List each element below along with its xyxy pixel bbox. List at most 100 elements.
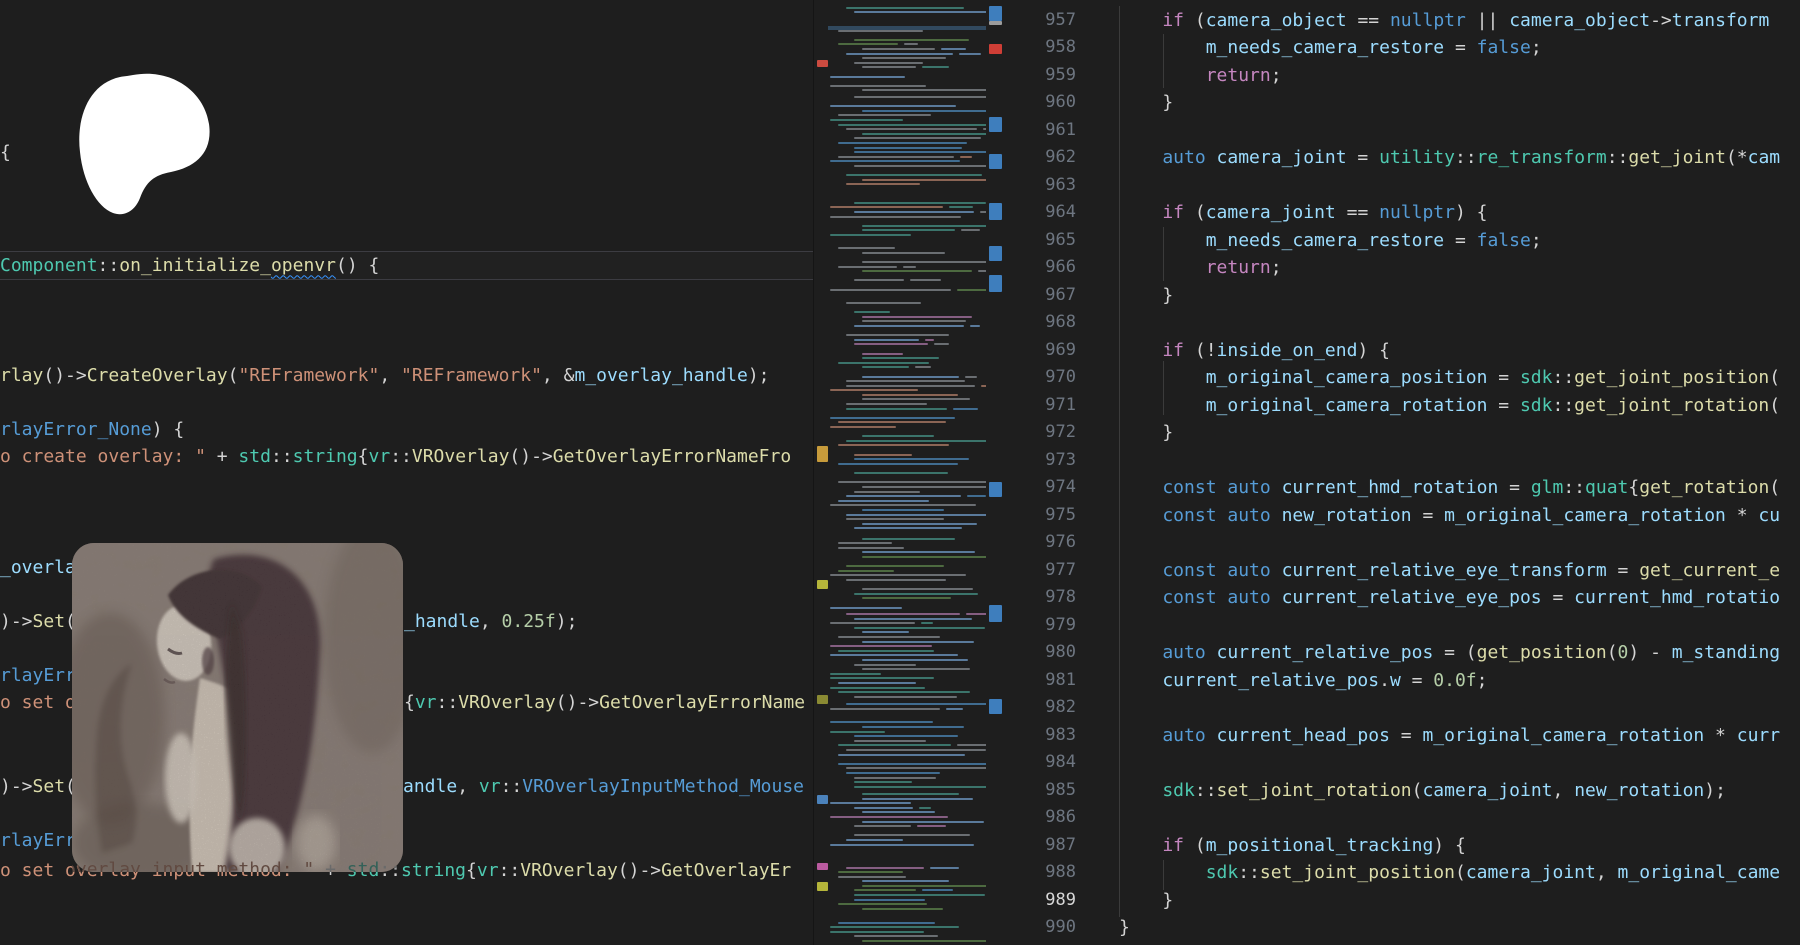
line-number[interactable]: 990 bbox=[1045, 914, 1076, 941]
code-line[interactable]: m_original_camera_rotation = sdk::get_jo… bbox=[1119, 392, 1780, 419]
code-line[interactable]: m_needs_camera_restore = false; bbox=[1119, 227, 1542, 254]
code-token: * bbox=[1726, 505, 1759, 526]
line-number[interactable]: 988 bbox=[1045, 859, 1076, 886]
code-token: CreateOverlay bbox=[87, 365, 228, 386]
code-line[interactable]: return; bbox=[1119, 62, 1282, 89]
line-number[interactable]: 975 bbox=[1045, 502, 1076, 529]
code-line[interactable]: o set o bbox=[0, 689, 76, 716]
code-token: ; bbox=[1531, 37, 1542, 58]
line-number[interactable]: 965 bbox=[1045, 227, 1076, 254]
code-token bbox=[1271, 587, 1282, 608]
code-line[interactable]: current_relative_pos.w = 0.0f; bbox=[1119, 667, 1488, 694]
code-line[interactable]: m_original_camera_position = sdk::get_jo… bbox=[1119, 364, 1780, 391]
minimap-line bbox=[854, 825, 911, 827]
minimap-line bbox=[862, 908, 943, 910]
line-number[interactable]: 987 bbox=[1045, 832, 1076, 859]
code-line[interactable]: const auto current_relative_eye_transfor… bbox=[1119, 557, 1780, 584]
code-line[interactable]: if (!inside_on_end) { bbox=[1119, 337, 1390, 364]
overview-marker bbox=[989, 154, 1002, 169]
code-line[interactable]: rlay()->CreateOverlay("REFramework", "RE… bbox=[0, 362, 770, 389]
code-line[interactable]: andle, vr::VROverlayInputMethod_Mouse bbox=[403, 773, 804, 800]
code-line[interactable]: sdk::set_joint_position(camera_joint, m_… bbox=[1119, 859, 1780, 886]
minimap[interactable] bbox=[828, 0, 1006, 945]
code-line[interactable]: m_needs_camera_restore = false; bbox=[1119, 34, 1542, 61]
line-number[interactable]: 969 bbox=[1045, 337, 1076, 364]
code-token: m_original_camera_rotation bbox=[1206, 395, 1488, 416]
minimap-line bbox=[830, 426, 896, 428]
line-number[interactable]: 961 bbox=[1045, 117, 1076, 144]
code-line[interactable]: rlayErr bbox=[0, 827, 76, 854]
code-line[interactable]: )->Set( bbox=[0, 773, 76, 800]
overview-marker bbox=[817, 60, 828, 67]
line-number[interactable]: 959 bbox=[1045, 62, 1076, 89]
code-line[interactable]: Component::on_initialize_openvr() { bbox=[0, 252, 379, 279]
line-number[interactable]: 966 bbox=[1045, 254, 1076, 281]
line-number-gutter[interactable]: 9579589599609619629639649659669679689699… bbox=[1006, 0, 1083, 945]
code-token: o set overlay input method: " bbox=[72, 859, 314, 872]
line-number[interactable]: 980 bbox=[1045, 639, 1076, 666]
code-line[interactable]: const auto current_hmd_rotation = glm::q… bbox=[1119, 474, 1780, 501]
minimap-line bbox=[965, 376, 977, 378]
line-number[interactable]: 957 bbox=[1045, 7, 1076, 34]
code-token: camera_joint bbox=[1206, 202, 1336, 223]
overview-annotation-column[interactable] bbox=[986, 0, 1006, 945]
code-line[interactable]: auto current_head_pos = m_original_camer… bbox=[1119, 722, 1780, 749]
right-editor-pane[interactable]: if (camera_object == nullptr || camera_o… bbox=[1082, 0, 1800, 945]
code-line[interactable]: const auto current_relative_eye_pos = cu… bbox=[1119, 584, 1780, 611]
code-token: ( bbox=[1769, 395, 1780, 416]
line-number[interactable]: 972 bbox=[1045, 419, 1076, 446]
line-number[interactable]: 985 bbox=[1045, 777, 1076, 804]
line-number[interactable]: 986 bbox=[1045, 804, 1076, 831]
code-line[interactable]: if (camera_joint == nullptr) { bbox=[1119, 199, 1488, 226]
code-line[interactable]: } bbox=[1119, 282, 1173, 309]
code-line[interactable]: o create overlay: " + std::string{vr::VR… bbox=[0, 443, 791, 470]
code-line[interactable]: sdk::set_joint_rotation(camera_joint, ne… bbox=[1119, 777, 1726, 804]
line-number[interactable]: 977 bbox=[1045, 557, 1076, 584]
code-line[interactable]: auto current_relative_pos = (get_positio… bbox=[1119, 639, 1780, 666]
line-number[interactable]: 971 bbox=[1045, 392, 1076, 419]
code-line[interactable]: )->Set( bbox=[0, 608, 76, 635]
code-line[interactable]: if (m_positional_tracking) { bbox=[1119, 832, 1466, 859]
line-number[interactable]: 978 bbox=[1045, 584, 1076, 611]
line-number[interactable]: 974 bbox=[1045, 474, 1076, 501]
code-line[interactable]: _overla bbox=[0, 554, 76, 581]
code-line[interactable]: {vr::VROverlay()->GetOverlayErrorName bbox=[404, 689, 805, 716]
minimap-viewport-indicator[interactable] bbox=[828, 26, 1006, 30]
code-line[interactable]: { bbox=[0, 139, 11, 166]
line-number[interactable]: 976 bbox=[1045, 529, 1076, 556]
code-line[interactable]: } bbox=[1119, 419, 1173, 446]
code-token: if bbox=[1162, 340, 1184, 361]
line-number[interactable]: 981 bbox=[1045, 667, 1076, 694]
code-line[interactable]: if (camera_object == nullptr || camera_o… bbox=[1119, 7, 1769, 34]
line-number[interactable]: 958 bbox=[1045, 34, 1076, 61]
line-number[interactable]: 979 bbox=[1045, 612, 1076, 639]
code-line[interactable]: rlayErr bbox=[0, 662, 76, 689]
code-line[interactable]: _handle, 0.25f); bbox=[404, 608, 577, 635]
line-number[interactable]: 982 bbox=[1045, 694, 1076, 721]
line-number[interactable]: 968 bbox=[1045, 309, 1076, 336]
minimap-line bbox=[846, 514, 988, 516]
code-token: ( bbox=[228, 365, 239, 386]
code-token: )-> bbox=[0, 776, 33, 797]
code-line[interactable]: auto camera_joint = utility::re_transfor… bbox=[1119, 144, 1780, 171]
code-token: :: bbox=[1552, 395, 1574, 416]
code-line[interactable]: } bbox=[1119, 887, 1173, 914]
overview-marker bbox=[817, 446, 828, 462]
line-number[interactable]: 964 bbox=[1045, 199, 1076, 226]
code-line[interactable]: const auto new_rotation = m_original_cam… bbox=[1119, 502, 1780, 529]
line-number[interactable]: 960 bbox=[1045, 89, 1076, 116]
code-line[interactable]: } bbox=[1119, 914, 1130, 941]
code-line[interactable]: o set overlay input method: " + std::str… bbox=[72, 856, 403, 872]
left-overview-ruler[interactable] bbox=[813, 0, 829, 945]
code-line[interactable]: } bbox=[1119, 89, 1173, 116]
code-line[interactable]: return; bbox=[1119, 254, 1282, 281]
line-number[interactable]: 983 bbox=[1045, 722, 1076, 749]
line-number[interactable]: 962 bbox=[1045, 144, 1076, 171]
line-number[interactable]: 989 bbox=[1045, 887, 1076, 914]
line-number[interactable]: 973 bbox=[1045, 447, 1076, 474]
line-number[interactable]: 970 bbox=[1045, 364, 1076, 391]
line-number[interactable]: 984 bbox=[1045, 749, 1076, 776]
line-number[interactable]: 967 bbox=[1045, 282, 1076, 309]
line-number[interactable]: 963 bbox=[1045, 172, 1076, 199]
code-line[interactable]: rlayError_None) { bbox=[0, 416, 184, 443]
